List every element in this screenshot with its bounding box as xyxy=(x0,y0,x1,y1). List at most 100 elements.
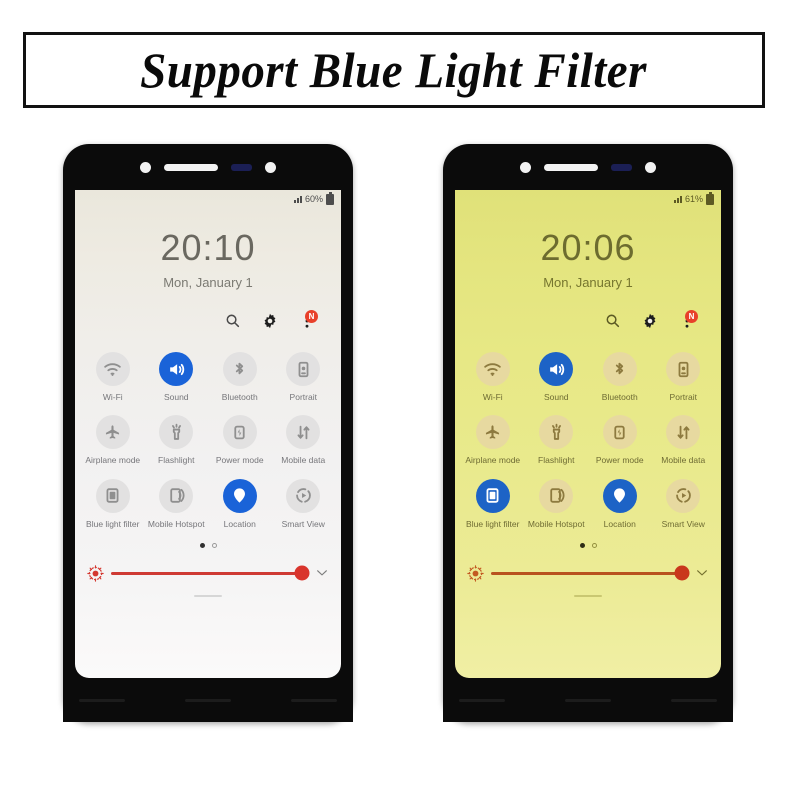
bluetooth-icon-wrap[interactable] xyxy=(602,352,637,386)
page-dot[interactable] xyxy=(211,543,217,549)
quick-panel-header-icons: N xyxy=(455,310,721,332)
quick-toggle-airplane-mode[interactable]: Airplane mode xyxy=(81,415,145,465)
brightness-slider-knob[interactable] xyxy=(294,565,310,581)
quick-toggle-label: Location xyxy=(223,518,256,529)
smart-view-icon-wrap[interactable] xyxy=(286,478,321,513)
quick-toggle-wi-fi[interactable]: Wi-Fi xyxy=(461,352,525,402)
portrait-rotation-icon-wrap[interactable] xyxy=(666,352,701,386)
page-dot[interactable] xyxy=(579,543,585,549)
blue-light-filter-icon xyxy=(486,488,499,503)
brightness-sun-icon xyxy=(87,564,104,582)
blue-light-filter-icon-wrap[interactable] xyxy=(475,478,510,513)
airplane-icon-wrap[interactable] xyxy=(475,415,510,450)
power-mode-icon-wrap[interactable] xyxy=(222,415,257,450)
quick-toggle-grid: Wi-Fi Sound Bluetooth Portrait Airplane … xyxy=(75,352,341,529)
more-options-button[interactable]: N xyxy=(299,310,318,329)
power-mode-icon-wrap[interactable] xyxy=(602,415,637,450)
portrait-rotation-icon-wrap[interactable] xyxy=(286,352,321,386)
phone-bottom-bezel xyxy=(443,678,733,722)
status-bar: 60% xyxy=(75,190,341,208)
page-title: Support Blue Light Filter xyxy=(140,42,648,98)
quick-toggle-portrait[interactable]: Portrait xyxy=(272,352,336,402)
brightness-slider[interactable] xyxy=(111,565,310,581)
sound-icon-wrap[interactable] xyxy=(539,352,574,386)
quick-toggle-airplane-mode[interactable]: Airplane mode xyxy=(461,415,525,465)
settings-button[interactable] xyxy=(262,313,278,329)
sound-icon-wrap[interactable] xyxy=(159,352,194,386)
bluetooth-icon-wrap[interactable] xyxy=(222,352,257,386)
quick-toggle-blue-light-filter[interactable]: Blue light filter xyxy=(81,478,145,529)
mobile-data-icon-wrap[interactable] xyxy=(286,415,321,450)
airplane-icon-wrap[interactable] xyxy=(95,415,130,450)
panel-drag-handle[interactable] xyxy=(574,595,602,598)
quick-toggle-flashlight[interactable]: Flashlight xyxy=(525,415,589,465)
quick-toggle-flashlight[interactable]: Flashlight xyxy=(145,415,209,465)
panel-drag-handle[interactable] xyxy=(194,595,222,598)
bluetooth-icon xyxy=(616,362,624,374)
clock-block[interactable]: 20:06 Mon, January 1 xyxy=(455,230,721,291)
quick-toggle-label: Sound xyxy=(163,392,189,402)
page-dot[interactable] xyxy=(199,543,205,549)
front-camera-icon xyxy=(140,161,151,173)
nav-hint xyxy=(291,698,337,702)
quick-toggle-smart-view[interactable]: Smart View xyxy=(652,478,716,529)
expand-brightness-button[interactable] xyxy=(315,566,329,580)
mobile-data-icon xyxy=(677,425,690,440)
gear-icon xyxy=(264,313,276,329)
blue-light-filter-icon-wrap[interactable] xyxy=(95,478,130,513)
brightness-slider-row[interactable] xyxy=(455,560,721,586)
battery-percent-label: 60% xyxy=(304,194,323,204)
more-options-button[interactable]: N xyxy=(679,310,698,329)
search-button[interactable] xyxy=(605,313,621,329)
quick-toggle-location[interactable]: Location xyxy=(588,478,652,529)
expand-brightness-button[interactable] xyxy=(695,566,709,580)
quick-toggle-power-mode[interactable]: Power mode xyxy=(588,415,652,465)
quick-toggle-mobile-data[interactable]: Mobile data xyxy=(272,415,336,465)
quick-toggle-portrait[interactable]: Portrait xyxy=(652,352,716,402)
quick-toggle-label: Portrait xyxy=(669,392,697,402)
mobile-data-icon-wrap[interactable] xyxy=(666,415,701,450)
brightness-slider[interactable] xyxy=(491,565,690,581)
quick-toggle-wi-fi[interactable]: Wi-Fi xyxy=(81,352,145,402)
phone-screen[interactable]: 61% 20:06 Mon, January 1 N Wi-Fi Sound B… xyxy=(455,190,721,678)
flashlight-icon-wrap[interactable] xyxy=(539,415,574,450)
portrait-rotation-icon xyxy=(298,361,309,377)
clock-block[interactable]: 20:10 Mon, January 1 xyxy=(75,230,341,291)
quick-toggle-label: Mobile data xyxy=(661,455,706,466)
location-pin-icon-wrap[interactable] xyxy=(222,478,257,513)
quick-toggle-power-mode[interactable]: Power mode xyxy=(208,415,272,465)
quick-toggle-mobile-hotspot[interactable]: Mobile Hotspot xyxy=(525,478,589,529)
chevron-down-icon xyxy=(697,570,707,576)
status-bar: 61% xyxy=(455,190,721,208)
quick-toggle-sound[interactable]: Sound xyxy=(525,352,589,402)
wifi-icon-wrap[interactable] xyxy=(475,352,510,386)
quick-toggle-label: Smart View xyxy=(281,518,325,529)
quick-toggle-bluetooth[interactable]: Bluetooth xyxy=(208,352,272,402)
quick-toggle-blue-light-filter[interactable]: Blue light filter xyxy=(461,478,525,529)
quick-toggle-mobile-hotspot[interactable]: Mobile Hotspot xyxy=(145,478,209,529)
mobile-hotspot-icon-wrap[interactable] xyxy=(539,478,574,513)
quick-toggle-label: Flashlight xyxy=(538,455,575,466)
mobile-hotspot-icon-wrap[interactable] xyxy=(159,478,194,513)
brightness-slider-row[interactable] xyxy=(75,560,341,586)
phone-screen[interactable]: 60% 20:10 Mon, January 1 N Wi-Fi Sound B… xyxy=(75,190,341,678)
brightness-sun-icon xyxy=(467,564,484,582)
search-button[interactable] xyxy=(225,313,241,329)
settings-button[interactable] xyxy=(642,313,658,329)
quick-toggle-smart-view[interactable]: Smart View xyxy=(272,478,336,529)
flashlight-icon xyxy=(551,423,561,440)
page-dot[interactable] xyxy=(591,543,597,549)
search-icon xyxy=(226,314,240,328)
wifi-icon-wrap[interactable] xyxy=(95,352,130,386)
brightness-slider-knob[interactable] xyxy=(674,565,690,581)
quick-toggle-sound[interactable]: Sound xyxy=(145,352,209,402)
location-pin-icon-wrap[interactable] xyxy=(602,478,637,513)
power-mode-icon xyxy=(234,425,245,440)
quick-toggle-location[interactable]: Location xyxy=(208,478,272,529)
quick-toggle-mobile-data[interactable]: Mobile data xyxy=(652,415,716,465)
nav-hint xyxy=(671,698,717,702)
smart-view-icon-wrap[interactable] xyxy=(666,478,701,513)
proximity-sensor xyxy=(231,163,252,171)
flashlight-icon-wrap[interactable] xyxy=(159,415,194,450)
quick-toggle-bluetooth[interactable]: Bluetooth xyxy=(588,352,652,402)
